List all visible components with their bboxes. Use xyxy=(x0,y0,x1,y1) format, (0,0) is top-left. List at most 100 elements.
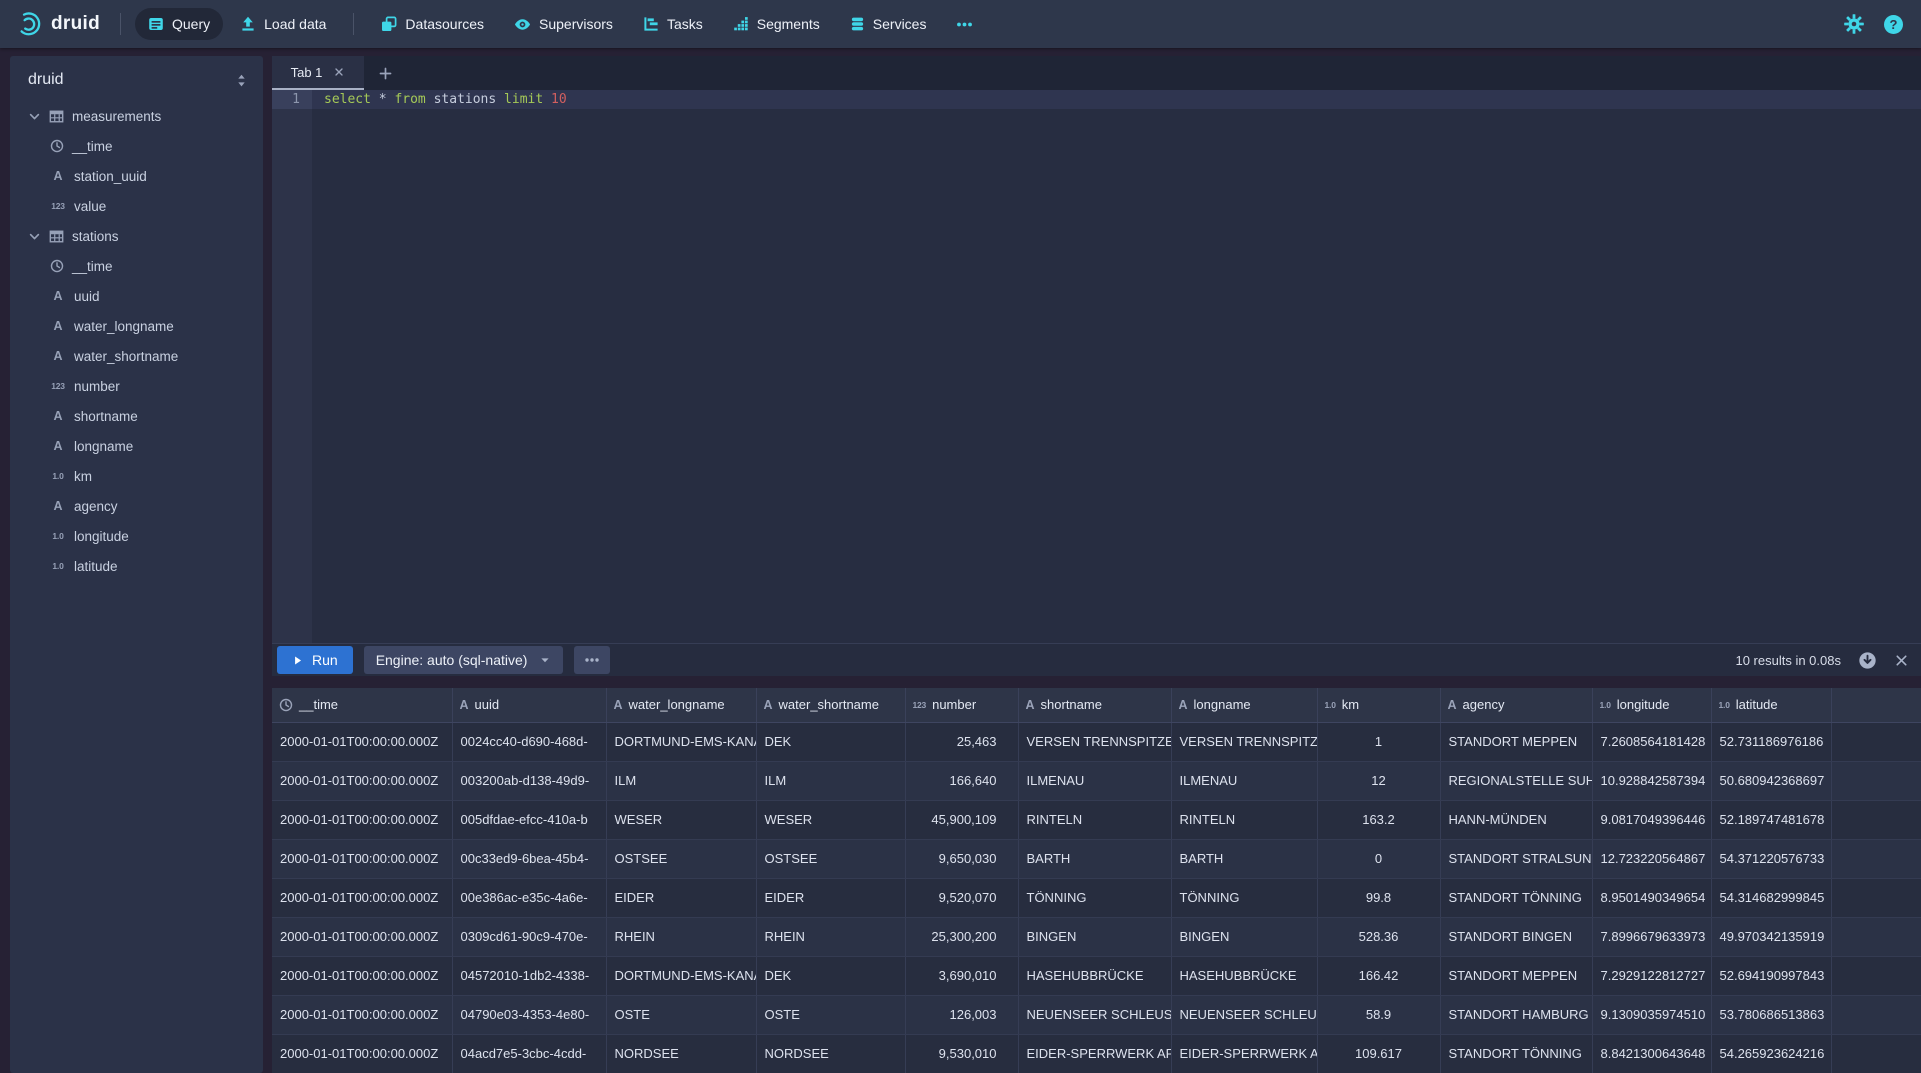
cell-water-shortname[interactable]: WESER xyxy=(756,800,905,839)
cell-number[interactable]: 126,003 xyxy=(905,995,1018,1034)
cell-longname[interactable]: NEUENSEER SCHLEUSE xyxy=(1171,995,1317,1034)
cell-latitude[interactable]: 52.731186976186 xyxy=(1711,722,1831,761)
column-header-longname[interactable]: Alongname xyxy=(1171,688,1317,722)
cell-longname[interactable]: VERSEN TRENNSPITZE xyxy=(1171,722,1317,761)
tree-column-water-longname[interactable]: Awater_longname xyxy=(10,311,263,341)
cell-km[interactable]: 109.617 xyxy=(1317,1034,1440,1073)
tree-column-time[interactable]: __time xyxy=(10,251,263,281)
cell-shortname[interactable]: RINTELN xyxy=(1018,800,1171,839)
column-header-time[interactable]: __time xyxy=(272,688,452,722)
query-more-button[interactable] xyxy=(574,646,610,674)
nav-item-more[interactable] xyxy=(943,8,986,40)
column-header-latitude[interactable]: 1.0latitude xyxy=(1711,688,1831,722)
cell-water-longname[interactable]: DORTMUND-EMS-KANAL xyxy=(606,722,756,761)
cell-longitude[interactable]: 7.2608564181428 xyxy=(1592,722,1711,761)
cell-agency[interactable]: STANDORT TÖNNING xyxy=(1440,878,1592,917)
help-icon[interactable]: ? xyxy=(1884,15,1903,34)
gear-icon[interactable] xyxy=(1844,14,1864,34)
cell-latitude[interactable]: 52.694190997843 xyxy=(1711,956,1831,995)
cell-longitude[interactable]: 8.9501490349654 xyxy=(1592,878,1711,917)
tree-table-measurements[interactable]: measurements xyxy=(10,101,263,131)
run-button[interactable]: Run xyxy=(277,646,353,674)
column-header-number[interactable]: 123number xyxy=(905,688,1018,722)
cell-water-longname[interactable]: DORTMUND-EMS-KANAL xyxy=(606,956,756,995)
cell-shortname[interactable]: EIDER-SPERRWERK AP xyxy=(1018,1034,1171,1073)
tree-column-agency[interactable]: Aagency xyxy=(10,491,263,521)
cell-km[interactable]: 166.42 xyxy=(1317,956,1440,995)
cell-water-shortname[interactable]: DEK xyxy=(756,956,905,995)
cell-uuid[interactable]: 00e386ac-e35c-4a6e- xyxy=(452,878,606,917)
cell-km[interactable]: 0 xyxy=(1317,839,1440,878)
cell-km[interactable]: 1 xyxy=(1317,722,1440,761)
column-header-uuid[interactable]: Auuid xyxy=(452,688,606,722)
cell-longname[interactable]: BARTH xyxy=(1171,839,1317,878)
cell-water-longname[interactable]: ILM xyxy=(606,761,756,800)
tree-column-value[interactable]: 123value xyxy=(10,191,263,221)
cell-longname[interactable]: EIDER-SPERRWERK AP xyxy=(1171,1034,1317,1073)
close-tab-icon[interactable] xyxy=(333,66,345,78)
tab-tab1[interactable]: Tab 1 xyxy=(272,56,364,90)
cell-longitude[interactable]: 8.8421300643648 xyxy=(1592,1034,1711,1073)
tree-column-uuid[interactable]: Auuid xyxy=(10,281,263,311)
column-header-km[interactable]: 1.0km xyxy=(1317,688,1440,722)
cell-agency[interactable]: REGIONALSTELLE SUHL xyxy=(1440,761,1592,800)
cell-agency[interactable]: STANDORT MEPPEN xyxy=(1440,956,1592,995)
cell-uuid[interactable]: 04790e03-4353-4e80- xyxy=(452,995,606,1034)
cell-water-longname[interactable]: WESER xyxy=(606,800,756,839)
tree-column-water-shortname[interactable]: Awater_shortname xyxy=(10,341,263,371)
nav-item-supervisors[interactable]: Supervisors xyxy=(501,8,626,40)
cell-km[interactable]: 99.8 xyxy=(1317,878,1440,917)
cell-number[interactable]: 25,463 xyxy=(905,722,1018,761)
cell-longitude[interactable]: 10.928842587394 xyxy=(1592,761,1711,800)
add-tab-button[interactable] xyxy=(364,56,406,90)
sql-editor[interactable]: 1 select * from stations limit 10 xyxy=(272,90,1921,643)
cell-agency[interactable]: STANDORT HAMBURG xyxy=(1440,995,1592,1034)
cell-km[interactable]: 528.36 xyxy=(1317,917,1440,956)
tree-column-station-uuid[interactable]: Astation_uuid xyxy=(10,161,263,191)
column-header-longitude[interactable]: 1.0longitude xyxy=(1592,688,1711,722)
cell-number[interactable]: 3,690,010 xyxy=(905,956,1018,995)
cell-uuid[interactable]: 04acd7e5-3cbc-4cdd- xyxy=(452,1034,606,1073)
cell-uuid[interactable]: 0309cd61-90c9-470e- xyxy=(452,917,606,956)
download-icon[interactable] xyxy=(1858,651,1877,670)
cell-longitude[interactable]: 9.0817049396446 xyxy=(1592,800,1711,839)
column-header-shortname[interactable]: Ashortname xyxy=(1018,688,1171,722)
engine-select[interactable]: Engine: auto (sql-native) xyxy=(364,646,564,674)
cell-latitude[interactable]: 50.680942368697 xyxy=(1711,761,1831,800)
close-results-icon[interactable] xyxy=(1894,653,1909,668)
cell-latitude[interactable]: 54.371220576733 xyxy=(1711,839,1831,878)
cell-time[interactable]: 2000-01-01T00:00:00.000Z xyxy=(272,800,452,839)
tree-column-latitude[interactable]: 1.0latitude xyxy=(10,551,263,581)
cell-longitude[interactable]: 9.1309035974510 xyxy=(1592,995,1711,1034)
cell-uuid[interactable]: 0024cc40-d690-468d- xyxy=(452,722,606,761)
cell-water-longname[interactable]: OSTSEE xyxy=(606,839,756,878)
tree-column-number[interactable]: 123number xyxy=(10,371,263,401)
nav-item-query[interactable]: Query xyxy=(135,8,223,40)
cell-latitude[interactable]: 52.189747481678 xyxy=(1711,800,1831,839)
druid-logo[interactable]: druid xyxy=(16,11,100,37)
cell-shortname[interactable]: BARTH xyxy=(1018,839,1171,878)
cell-number[interactable]: 9,650,030 xyxy=(905,839,1018,878)
tree-column-longname[interactable]: Alongname xyxy=(10,431,263,461)
cell-number[interactable]: 25,300,200 xyxy=(905,917,1018,956)
cell-water-longname[interactable]: OSTE xyxy=(606,995,756,1034)
column-header-agency[interactable]: Aagency xyxy=(1440,688,1592,722)
cell-number[interactable]: 45,900,109 xyxy=(905,800,1018,839)
cell-water-shortname[interactable]: OSTE xyxy=(756,995,905,1034)
cell-km[interactable]: 58.9 xyxy=(1317,995,1440,1034)
cell-longname[interactable]: TÖNNING xyxy=(1171,878,1317,917)
cell-agency[interactable]: STANDORT MEPPEN xyxy=(1440,722,1592,761)
cell-uuid[interactable]: 04572010-1db2-4338- xyxy=(452,956,606,995)
cell-number[interactable]: 9,520,070 xyxy=(905,878,1018,917)
cell-uuid[interactable]: 003200ab-d138-49d9- xyxy=(452,761,606,800)
cell-longitude[interactable]: 7.2929122812727 xyxy=(1592,956,1711,995)
cell-time[interactable]: 2000-01-01T00:00:00.000Z xyxy=(272,956,452,995)
cell-time[interactable]: 2000-01-01T00:00:00.000Z xyxy=(272,1034,452,1073)
cell-latitude[interactable]: 54.314682999845 xyxy=(1711,878,1831,917)
cell-time[interactable]: 2000-01-01T00:00:00.000Z xyxy=(272,761,452,800)
cell-water-longname[interactable]: RHEIN xyxy=(606,917,756,956)
cell-shortname[interactable]: NEUENSEER SCHLEUSE xyxy=(1018,995,1171,1034)
cell-agency[interactable]: HANN-MÜNDEN xyxy=(1440,800,1592,839)
cell-shortname[interactable]: BINGEN xyxy=(1018,917,1171,956)
cell-time[interactable]: 2000-01-01T00:00:00.000Z xyxy=(272,878,452,917)
